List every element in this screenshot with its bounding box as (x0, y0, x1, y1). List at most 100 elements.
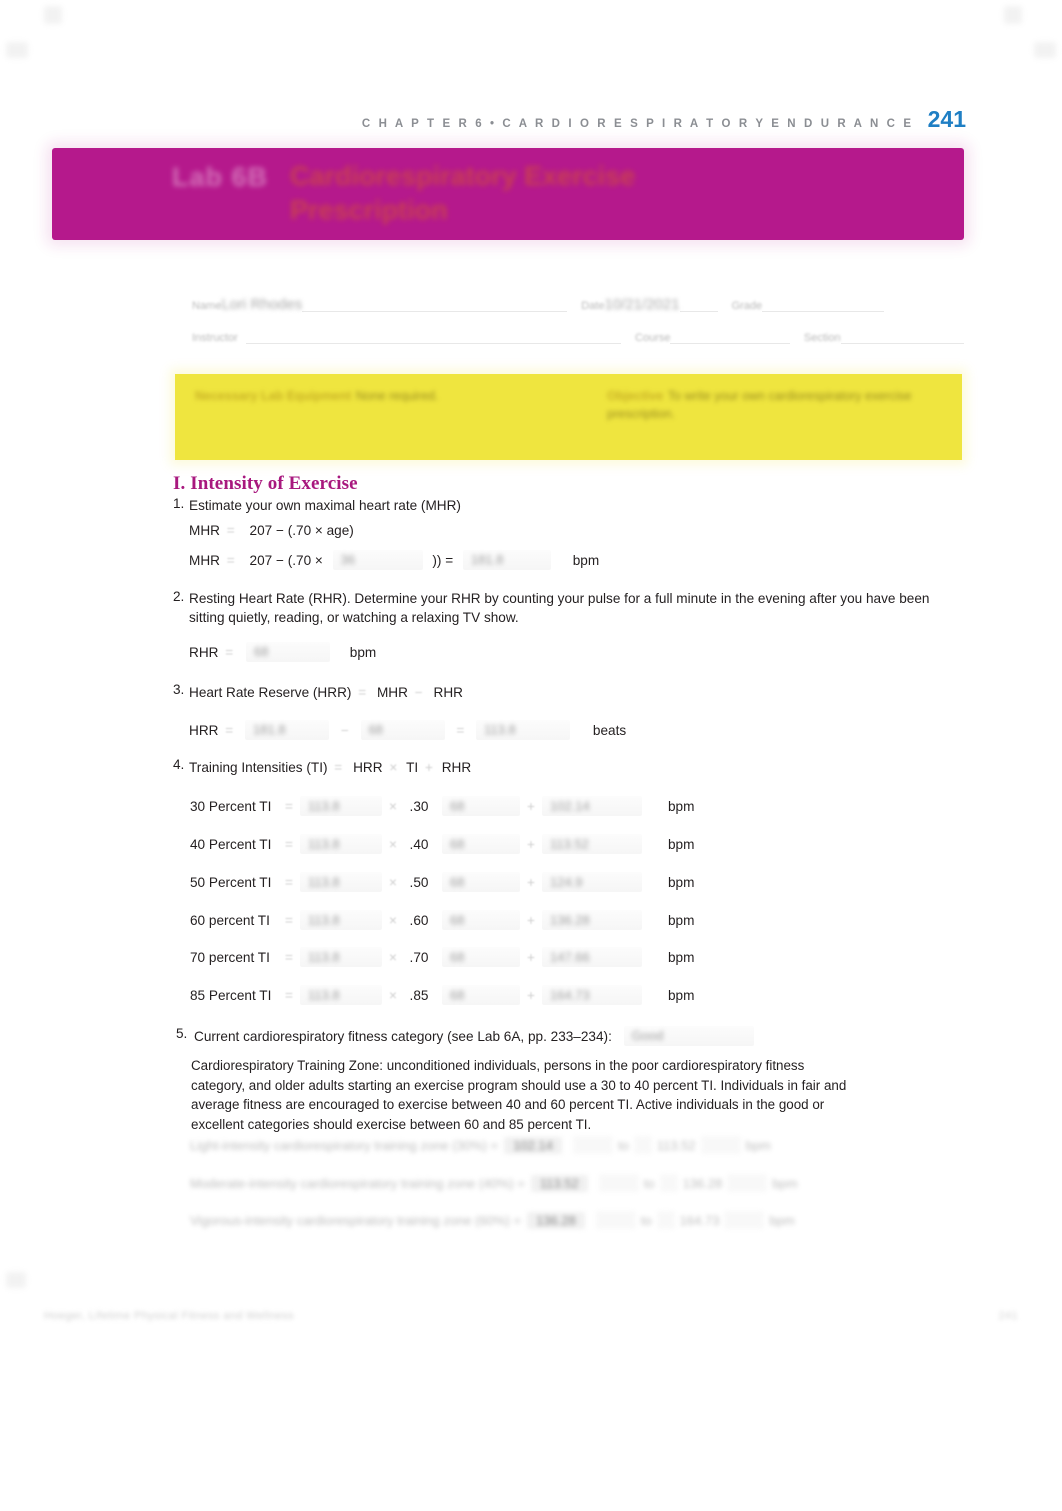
date-label: Date (581, 300, 605, 312)
item-3-mhr-value: 181.8 (253, 722, 286, 738)
item-3-row-equals-2: = (456, 722, 465, 738)
equipment-body: None required. (355, 389, 439, 403)
item-4-term-hrr: HRR (353, 759, 383, 775)
training-zone-row-value[interactable]: 102.14 (504, 1136, 562, 1154)
ti-hrr-input[interactable]: 113.8 (300, 985, 382, 1005)
training-zone-row-unit: bpm (745, 1137, 771, 1153)
training-zone-row-value2[interactable]: 136.28 (683, 1176, 723, 1191)
scan-artifact-top-left (44, 6, 62, 24)
item-2-label: RHR (189, 644, 219, 660)
ti-hrr-value: 113.8 (308, 798, 340, 814)
ti-row-label: 50 Percent TI (190, 874, 272, 890)
objective-column: Objective To write your own cardiorespir… (607, 387, 952, 423)
ti-row: 30 Percent TI = 113.8 × .30 68 + 102.14 … (190, 795, 694, 817)
item-1-unit: bpm (572, 552, 600, 568)
training-zone-row-unit: bpm (772, 1175, 798, 1191)
item-3-equals: = (358, 684, 367, 700)
ti-unit: bpm (668, 912, 695, 928)
name-label: Name (192, 300, 222, 312)
scan-artifact-bottom-left (6, 1272, 26, 1288)
ti-times: × (389, 798, 397, 814)
item-3-hrr-result-input[interactable]: 113.8 (476, 720, 571, 741)
training-zone-row-unit: bpm (769, 1212, 795, 1228)
training-zone-row-value[interactable]: 136.28 (527, 1211, 585, 1229)
item-1-formula-equals: = (226, 522, 235, 538)
ti-unit: bpm (668, 836, 695, 852)
ti-factor: .30 (409, 798, 429, 814)
lab-number: Lab 6B (172, 162, 269, 192)
scan-artifact-left-edge (6, 42, 28, 58)
ti-rhr-input[interactable]: 68 (442, 985, 520, 1005)
item-3-term-rhr: RHR (433, 684, 463, 700)
ti-hrr-input[interactable]: 113.8 (300, 796, 382, 816)
equipment-column: Necessary Lab Equipment None required. (195, 387, 615, 405)
training-zone-row-connector: to (643, 1175, 655, 1191)
grade-rule (762, 310, 885, 312)
item-1-calc-label: MHR (189, 552, 220, 568)
ti-unit: bpm (668, 987, 695, 1003)
ti-rhr-input[interactable]: 68 (442, 947, 520, 967)
item-1-age-value: 36 (340, 552, 356, 568)
ti-rhr-input[interactable]: 68 (442, 872, 520, 892)
item-5-category-input[interactable]: Good (623, 1026, 754, 1047)
ti-rhr-input[interactable]: 68 (442, 834, 520, 854)
item-3-mhr-input[interactable]: 181.8 (245, 720, 330, 741)
ti-hrr-input[interactable]: 113.8 (300, 834, 382, 854)
item-1-calc-prefix: 207 − (.70 × (249, 552, 323, 568)
ti-row: 85 Percent TI = 113.8 × .85 68 + 164.73 … (190, 984, 694, 1006)
item-4-term-rhr: RHR (441, 759, 472, 775)
ti-hrr-input[interactable]: 113.8 (300, 910, 382, 930)
ti-result-value: 124.9 (550, 874, 583, 890)
ti-plus: + (527, 836, 535, 852)
scan-artifact-top-right (1004, 6, 1022, 24)
date-rule (679, 310, 718, 312)
training-zone-row-connector: to (640, 1212, 652, 1228)
training-zone-row-value2[interactable]: 164.73 (680, 1213, 720, 1228)
ti-hrr-value: 113.8 (308, 987, 340, 1003)
ti-hrr-value: 113.8 (308, 874, 340, 890)
item-1-mhr-result-value: 181.8 (470, 552, 504, 568)
footer-left: Hoeger, Lifetime Physical Fitness and We… (44, 1310, 294, 1322)
ti-rhr-value: 68 (450, 836, 465, 852)
name-value[interactable]: Lori Rhodes (221, 296, 302, 314)
ti-result-value: 113.52 (550, 836, 589, 852)
item-1-formula-expression: 207 − (.70 × age) (249, 522, 354, 538)
item-2-rhr-value: 68 (254, 644, 269, 660)
ti-factor: .70 (409, 949, 429, 965)
ti-hrr-input[interactable]: 113.8 (300, 947, 382, 967)
ti-factor: .40 (409, 836, 429, 852)
training-zone-row-value2[interactable]: 113.52 (657, 1138, 696, 1153)
ti-hrr-input[interactable]: 113.8 (300, 872, 382, 892)
item-4-plus: + (424, 759, 433, 775)
instructor-rule (245, 342, 622, 344)
ti-result-input[interactable]: 113.52 (542, 834, 642, 854)
ti-plus: + (527, 798, 535, 814)
date-value[interactable]: 10/21/2021 (604, 296, 679, 314)
section-rule (840, 342, 964, 344)
item-1-calc-equals: = (226, 552, 235, 568)
ti-result-input[interactable]: 136.28 (542, 910, 642, 930)
ti-result-input[interactable]: 147.66 (542, 947, 642, 967)
training-zone-row-value[interactable]: 113.52 (530, 1174, 588, 1192)
ti-times: × (389, 912, 397, 928)
item-3-rhr-input[interactable]: 68 (360, 720, 445, 741)
item-3-term-mhr: MHR (376, 684, 408, 700)
ti-result-value: 164.73 (550, 987, 590, 1003)
ti-row: 70 percent TI = 113.8 × .70 68 + 147.66 … (190, 946, 694, 968)
ti-result-input[interactable]: 124.9 (542, 872, 642, 892)
ti-row-label: 30 Percent TI (190, 798, 272, 814)
ti-result-input[interactable]: 164.73 (542, 985, 642, 1005)
item-2-equals: = (225, 644, 234, 660)
training-zone-row: Light-intensity cardiorespiratory traini… (190, 1134, 771, 1156)
training-zone-row-text: Vigorous-intensity cardiorespiratory tra… (190, 1212, 522, 1228)
ti-rhr-input[interactable]: 68 (442, 796, 520, 816)
item-2-rhr-input[interactable]: 68 (246, 642, 331, 663)
ti-rhr-input[interactable]: 68 (442, 910, 520, 930)
item-1-mhr-result-input[interactable]: 181.8 (462, 550, 551, 571)
item-3-row-equals: = (225, 722, 234, 738)
item-1-age-input[interactable]: 36 (332, 550, 423, 571)
identification-row-1: Name Lori Rhodes Date 10/21/2021 Grade (192, 288, 964, 314)
ti-result-input[interactable]: 102.14 (542, 796, 642, 816)
name-rule (302, 310, 568, 312)
instructor-label: Instructor (192, 332, 238, 344)
